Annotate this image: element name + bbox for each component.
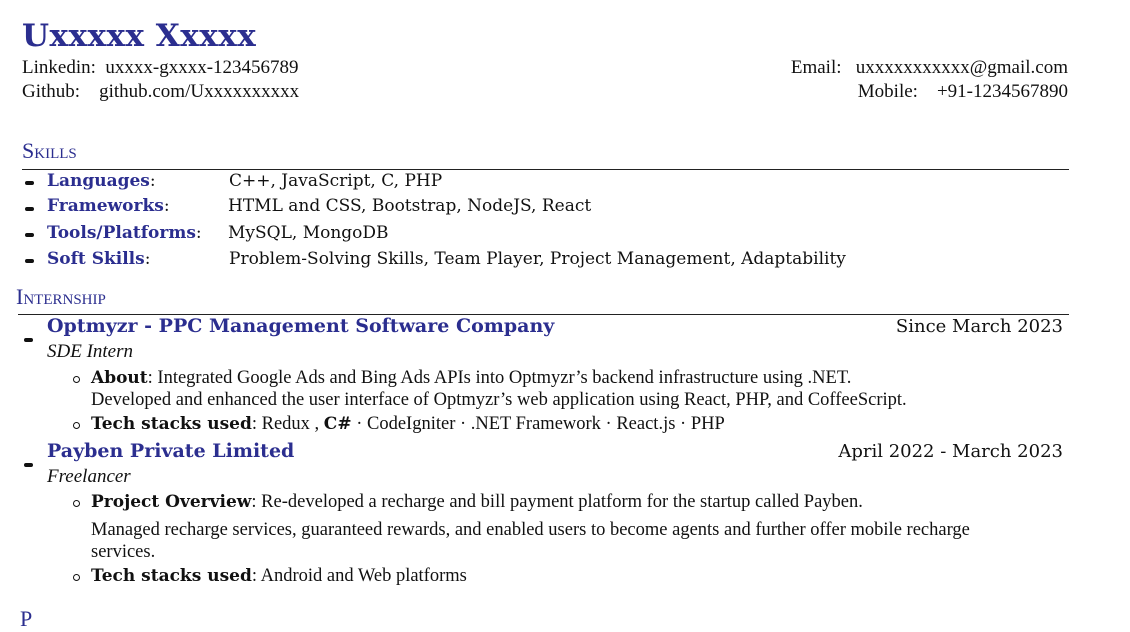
- skills-heading: Skills: [22, 138, 77, 163]
- skill-name-soft-skills: Soft Skills:: [47, 249, 151, 269]
- mobile-link[interactable]: +91-1234567890: [937, 81, 1068, 102]
- tech-stack-line-payben: Tech stacks used: Android and Web platfo…: [91, 566, 467, 586]
- github-row: Github: github.com/Uxxxxxxxxxx: [22, 81, 299, 103]
- mobile-row: Mobile: +91-1234567890: [858, 81, 1068, 103]
- email-link[interactable]: uxxxxxxxxxxx@gmail.com: [856, 57, 1068, 78]
- skill-bullet: [25, 207, 34, 211]
- skill-value-soft-skills: Problem-Solving Skills, Team Player, Pro…: [229, 249, 846, 269]
- sub-bullet: [73, 376, 80, 383]
- github-label: Github:: [22, 81, 81, 102]
- skill-bullet: [25, 259, 34, 263]
- sub-bullet: [73, 574, 80, 581]
- github-link[interactable]: github.com/Uxxxxxxxxxx: [99, 81, 299, 102]
- linkedin-link[interactable]: uxxxx-gxxxx-123456789: [105, 57, 298, 78]
- entry-bullet: [24, 338, 33, 342]
- linkedin-row: Linkedin: uxxxx-gxxxx-123456789: [22, 57, 299, 79]
- internship-heading: Internship: [16, 284, 106, 309]
- date-optmyzr: Since March 2023: [895, 316, 1063, 337]
- project-overview-line: Project Overview: Re-developed a recharg…: [91, 492, 863, 512]
- project-overview-line-2: Managed recharge services, guaranteed re…: [91, 520, 970, 540]
- skill-value-languages: C++, JavaScript, C, PHP: [229, 171, 443, 191]
- sub-bullet: [73, 422, 80, 429]
- about-line-2: Developed and enhanced the user interfac…: [91, 390, 907, 410]
- org-name-optmyzr: Optmyzr - PPC Management Software Compan…: [47, 315, 555, 337]
- resume-page: Uxxxxx Xxxxx Linkedin: uxxxx-gxxxx-12345…: [0, 0, 1130, 631]
- mobile-label: Mobile:: [857, 81, 918, 102]
- skill-bullet: [25, 181, 34, 185]
- sub-bullet: [73, 500, 80, 507]
- skill-bullet: [25, 233, 34, 237]
- skill-name-tools: Tools/Platforms:: [47, 223, 202, 243]
- linkedin-label: Linkedin:: [22, 57, 96, 78]
- role-optmyzr: SDE Intern: [47, 341, 134, 362]
- candidate-name: Uxxxxx Xxxxx: [22, 18, 257, 54]
- skill-name-languages: Languages:: [47, 171, 156, 191]
- org-name-payben: Payben Private Limited: [47, 440, 295, 462]
- project-overview-line-3: services.: [91, 542, 156, 562]
- skills-divider: [22, 169, 1069, 170]
- email-label: Email:: [790, 57, 842, 78]
- skill-value-frameworks: HTML and CSS, Bootstrap, NodeJS, React: [228, 196, 592, 216]
- role-payben: Freelancer: [47, 466, 131, 487]
- entry-bullet: [24, 463, 33, 467]
- date-payben: April 2022 - March 2023: [838, 441, 1063, 462]
- email-row: Email: uxxxxxxxxxxx@gmail.com: [791, 57, 1068, 79]
- about-line: About: Integrated Google Ads and Bing Ad…: [91, 368, 852, 388]
- tech-stack-line-optmyzr: Tech stacks used: Redux , C# · CodeIgnit…: [91, 414, 725, 434]
- skill-name-frameworks: Frameworks:: [47, 196, 170, 216]
- skill-value-tools: MySQL, MongoDB: [228, 223, 389, 243]
- next-section-heading-partial: P: [20, 606, 33, 631]
